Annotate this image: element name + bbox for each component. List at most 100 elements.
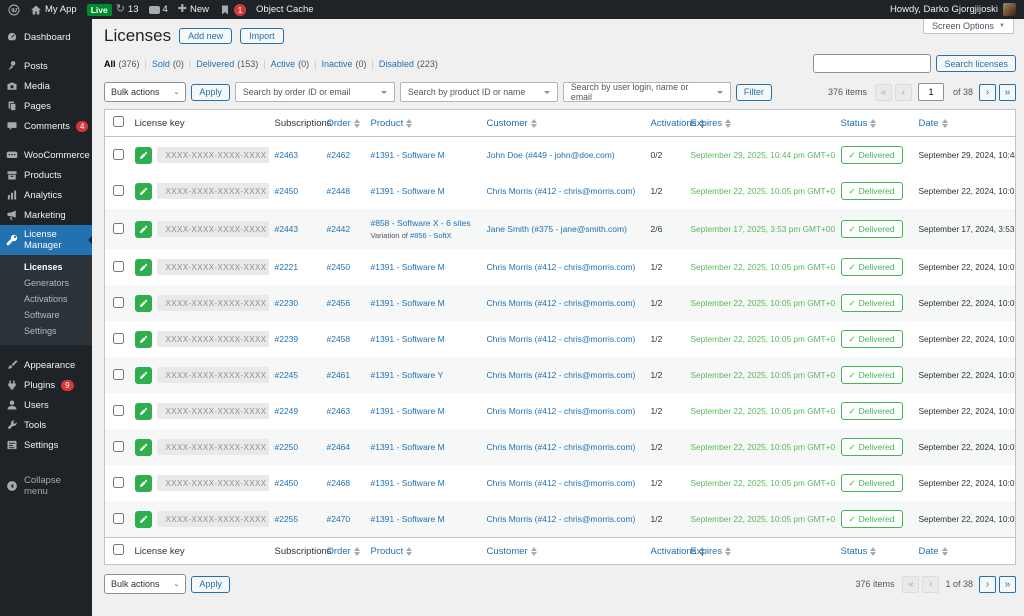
product-link[interactable]: #1391 - Software M xyxy=(371,150,445,160)
order-link[interactable]: #2448 xyxy=(327,186,351,196)
sidebar-item-dashboard[interactable]: Dashboard xyxy=(0,27,92,47)
bulk-actions-select[interactable]: Bulk actions ⌄ xyxy=(104,82,187,102)
column-footer-date[interactable]: Date xyxy=(912,537,1016,565)
sidebar-item-tools[interactable]: Tools xyxy=(0,415,92,435)
sidebar-item-comments[interactable]: Comments 4 xyxy=(0,116,92,136)
view-sold[interactable]: Sold(0) xyxy=(152,59,184,69)
row-checkbox[interactable] xyxy=(113,184,124,196)
submenu-item-generators[interactable]: Generators xyxy=(0,275,92,291)
customer-link[interactable]: Chris Morris (#412 - chris@morris.com) xyxy=(487,442,636,452)
sidebar-item-media[interactable]: Media xyxy=(0,76,92,96)
subscription-link[interactable]: #2450 xyxy=(275,478,299,488)
edit-license-button[interactable] xyxy=(134,438,152,456)
user-avatar[interactable] xyxy=(1003,3,1016,16)
sidebar-item-analytics[interactable]: Analytics xyxy=(0,185,92,205)
subscription-link[interactable]: #2255 xyxy=(275,514,299,524)
filter-button[interactable]: Filter xyxy=(735,83,772,101)
variation-link[interactable]: #856 - SoftX xyxy=(410,231,452,240)
order-search-combo[interactable]: Search by order ID or email xyxy=(234,82,395,102)
prev-page-button[interactable]: ‹ xyxy=(894,83,912,101)
customer-link[interactable]: Jane Smith (#375 - jane@smith.com) xyxy=(487,224,627,234)
view-active[interactable]: Active(0) xyxy=(271,59,310,69)
sidebar-item-appearance[interactable]: Appearance xyxy=(0,355,92,375)
product-link[interactable]: #1391 - Software M xyxy=(371,262,445,272)
submenu-item-settings[interactable]: Settings xyxy=(0,323,92,339)
sidebar-item-users[interactable]: Users xyxy=(0,395,92,415)
edit-license-button[interactable] xyxy=(134,510,152,528)
site-menu[interactable]: My App xyxy=(30,4,77,16)
order-link[interactable]: #2462 xyxy=(327,150,351,160)
column-footer-status[interactable]: Status xyxy=(834,537,913,565)
plugin-notifications-menu[interactable]: 1 xyxy=(219,3,247,16)
row-checkbox[interactable] xyxy=(113,260,124,272)
column-header-status[interactable]: Status xyxy=(834,109,913,137)
subscription-link[interactable]: #2463 xyxy=(275,150,299,160)
subscription-link[interactable]: #2245 xyxy=(275,370,299,380)
subscription-link[interactable]: #2230 xyxy=(275,298,299,308)
product-link[interactable]: #1391 - Software M xyxy=(371,298,445,308)
order-link[interactable]: #2458 xyxy=(327,334,351,344)
search-input[interactable] xyxy=(813,54,932,73)
column-header-expires[interactable]: Expires xyxy=(684,109,835,137)
product-link[interactable]: #1391 - Software M xyxy=(371,186,445,196)
row-checkbox[interactable] xyxy=(113,148,124,160)
collapse-menu-button[interactable]: Collapse menu xyxy=(0,471,92,501)
row-checkbox[interactable] xyxy=(113,296,124,308)
row-checkbox[interactable] xyxy=(113,404,124,416)
first-page-button[interactable]: « xyxy=(902,575,920,593)
column-header-activations[interactable]: Activations xyxy=(644,109,706,137)
sidebar-item-plugins[interactable]: Plugins 9 xyxy=(0,375,92,395)
edit-license-button[interactable] xyxy=(134,220,152,238)
sidebar-item-license-manager[interactable]: License Manager xyxy=(0,225,92,255)
row-checkbox[interactable] xyxy=(113,332,124,344)
updates-menu[interactable]: ↻ 13 xyxy=(116,4,139,16)
view-inactive[interactable]: Inactive(0) xyxy=(321,59,366,69)
sidebar-item-marketing[interactable]: Marketing xyxy=(0,205,92,225)
screen-options-button[interactable]: Screen Options ▼ xyxy=(923,19,1014,34)
add-new-button[interactable]: Add new xyxy=(179,28,233,44)
select-all-checkbox[interactable] xyxy=(113,544,124,555)
customer-link[interactable]: Chris Morris (#412 - chris@morris.com) xyxy=(487,406,636,416)
edit-license-button[interactable] xyxy=(134,146,152,164)
column-header-customer[interactable]: Customer xyxy=(480,109,645,137)
next-page-button[interactable]: › xyxy=(979,575,996,593)
product-link[interactable]: #1391 - Software M xyxy=(371,478,445,488)
sidebar-item-products[interactable]: Products xyxy=(0,165,92,185)
product-link[interactable]: #858 - Software X - 6 sites xyxy=(371,218,471,228)
bulk-actions-select-bottom[interactable]: Bulk actions ⌄ xyxy=(104,574,187,594)
edit-license-button[interactable] xyxy=(134,366,152,384)
product-search-combo[interactable]: Search by product ID or name xyxy=(399,82,558,102)
column-footer-activations[interactable]: Activations xyxy=(644,537,706,565)
column-footer-order[interactable]: Order xyxy=(320,537,365,565)
column-footer-expires[interactable]: Expires xyxy=(684,537,835,565)
prev-page-button[interactable]: ‹ xyxy=(922,575,940,593)
first-page-button[interactable]: « xyxy=(874,83,892,101)
product-link[interactable]: #1391 - Software M xyxy=(371,442,445,452)
edit-license-button[interactable] xyxy=(134,182,152,200)
edit-license-button[interactable] xyxy=(134,294,152,312)
row-checkbox[interactable] xyxy=(113,222,124,234)
customer-link[interactable]: John Doe (#449 - john@doe.com) xyxy=(487,150,615,160)
view-all[interactable]: All (376) xyxy=(104,59,140,69)
product-link[interactable]: #1391 - Software M xyxy=(371,334,445,344)
submenu-item-licenses[interactable]: Licenses xyxy=(0,259,92,275)
customer-link[interactable]: Chris Morris (#412 - chris@morris.com) xyxy=(487,514,636,524)
wordpress-menu[interactable] xyxy=(8,4,20,16)
row-checkbox[interactable] xyxy=(113,512,124,524)
user-search-combo[interactable]: Search by user login, name or email xyxy=(562,82,731,102)
edit-license-button[interactable] xyxy=(134,402,152,420)
last-page-button[interactable]: » xyxy=(999,83,1016,101)
next-page-button[interactable]: › xyxy=(979,83,996,101)
sidebar-item-posts[interactable]: Posts xyxy=(0,56,92,76)
subscription-link[interactable]: #2221 xyxy=(275,262,299,272)
customer-link[interactable]: Chris Morris (#412 - chris@morris.com) xyxy=(487,186,636,196)
new-content-menu[interactable]: ✚ New xyxy=(178,4,209,16)
view-delivered[interactable]: Delivered(153) xyxy=(196,59,258,69)
row-checkbox[interactable] xyxy=(113,476,124,488)
column-footer-customer[interactable]: Customer xyxy=(480,537,645,565)
submenu-item-activations[interactable]: Activations xyxy=(0,291,92,307)
subscription-link[interactable]: #2239 xyxy=(275,334,299,344)
apply-button[interactable]: Apply xyxy=(191,83,230,101)
sidebar-item-settings[interactable]: Settings xyxy=(0,435,92,455)
customer-link[interactable]: Chris Morris (#412 - chris@morris.com) xyxy=(487,262,636,272)
